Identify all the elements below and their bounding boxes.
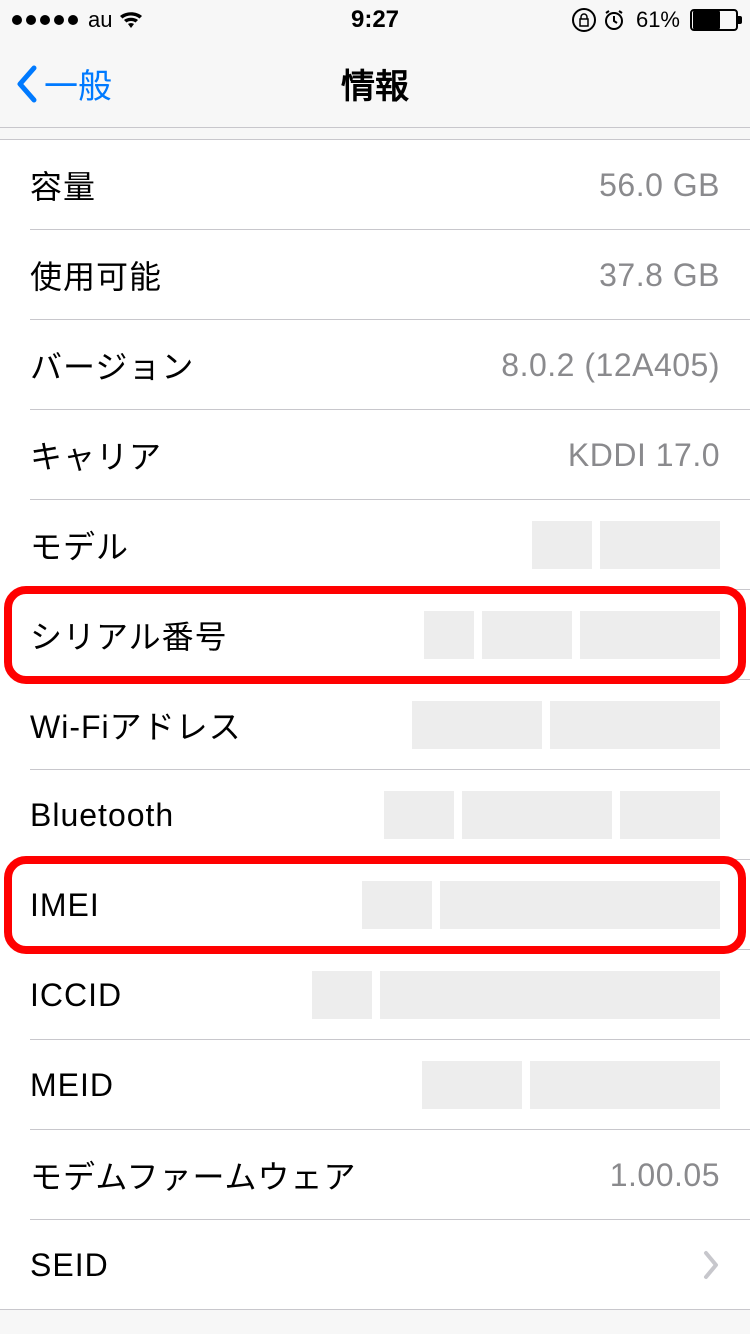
status-bar: au 9:27 61% [0,0,750,40]
row-bluetooth: Bluetooth [0,770,750,860]
value-serial-redacted [424,611,720,659]
battery-icon [690,9,738,31]
label-meid: MEID [30,1067,114,1104]
row-imei: IMEI [0,860,750,950]
label-wifi: Wi-Fiアドレス [30,702,242,748]
row-modem-firmware: モデムファームウェア 1.00.05 [0,1130,750,1220]
label-version: バージョン [30,342,194,388]
value-modem: 1.00.05 [610,1157,720,1194]
status-time: 9:27 [351,6,399,34]
status-right: 61% [572,7,738,33]
info-list: 容量 56.0 GB 使用可能 37.8 GB バージョン 8.0.2 (12A… [0,128,750,1310]
group-separator [0,128,750,140]
status-left: au [12,7,144,33]
label-seid: SEID [30,1247,109,1284]
label-modem: モデムファームウェア [30,1152,356,1198]
label-bluetooth: Bluetooth [30,797,174,834]
signal-dots-icon [12,15,78,25]
row-iccid: ICCID [0,950,750,1040]
chevron-left-icon [14,64,38,104]
row-capacity: 容量 56.0 GB [0,140,750,230]
alarm-icon [602,8,626,32]
value-carrier: KDDI 17.0 [568,437,720,474]
row-serial: シリアル番号 [0,590,750,680]
value-wifi-redacted [412,701,720,749]
value-imei-redacted [362,881,720,929]
chevron-right-icon [702,1250,720,1280]
row-model: モデル [0,500,750,590]
status-carrier: au [88,7,112,33]
back-button[interactable]: 一般 [0,59,112,108]
row-seid[interactable]: SEID [0,1220,750,1310]
value-iccid-redacted [312,971,720,1019]
label-capacity: 容量 [30,162,96,208]
nav-bar: 一般 情報 [0,40,750,128]
label-model: モデル [30,522,129,568]
label-available: 使用可能 [30,252,162,298]
back-label: 一般 [44,59,112,108]
rotation-lock-icon [572,8,596,32]
label-iccid: ICCID [30,977,122,1014]
label-imei: IMEI [30,887,100,924]
value-version: 8.0.2 (12A405) [501,347,720,384]
label-carrier: キャリア [30,432,162,478]
value-capacity: 56.0 GB [599,167,720,204]
row-wifi: Wi-Fiアドレス [0,680,750,770]
value-model-redacted [532,521,720,569]
bottom-spacer [0,1310,750,1334]
value-meid-redacted [422,1061,720,1109]
page-title: 情報 [341,59,409,108]
battery-percent: 61% [636,7,680,33]
row-meid: MEID [0,1040,750,1130]
row-version: バージョン 8.0.2 (12A405) [0,320,750,410]
row-available: 使用可能 37.8 GB [0,230,750,320]
label-serial: シリアル番号 [30,612,228,658]
value-available: 37.8 GB [599,257,720,294]
wifi-icon [118,10,144,30]
row-carrier: キャリア KDDI 17.0 [0,410,750,500]
value-bluetooth-redacted [384,791,720,839]
